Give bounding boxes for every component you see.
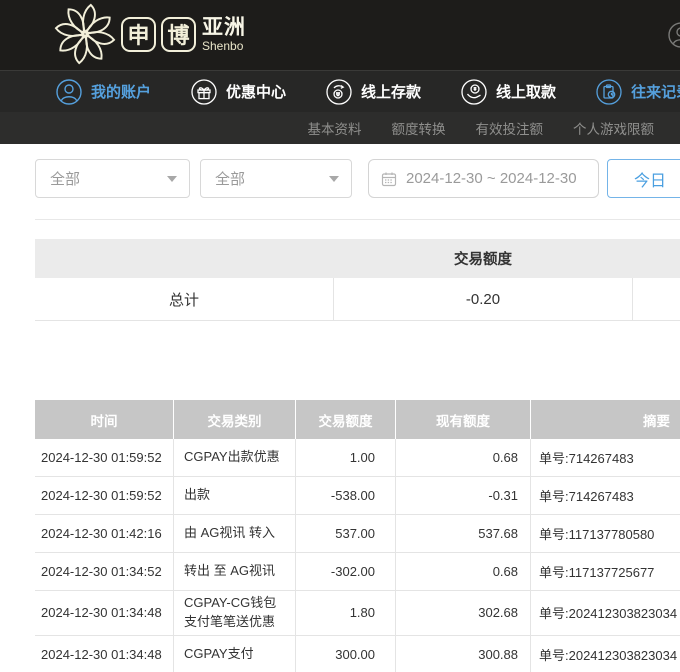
table-cell: 2024-12-30 01:34:48 (35, 636, 174, 672)
table-cell: 2024-12-30 01:42:16 (35, 515, 174, 552)
table-row: 2024-12-30 01:34:52转出 至 AG视讯-302.000.68单… (35, 553, 680, 591)
table-cell: 由 AG视讯 转入 (174, 515, 296, 552)
person-icon (56, 79, 82, 105)
page: 申 博 亚洲 Shenbo 我的账户 (0, 0, 680, 672)
table-cell: 0.68 (396, 439, 531, 476)
brand-header: 申 博 亚洲 Shenbo (0, 0, 680, 70)
col-header-amount: 交易额度 (296, 400, 396, 439)
table-row: 2024-12-30 01:59:52CGPAY出款优惠1.000.68单号:7… (35, 439, 680, 477)
table-cell: 出款 (174, 477, 296, 514)
filter-select-1-value: 全部 (50, 168, 80, 189)
subnav-item-credit-transfer[interactable]: 额度转换 (392, 118, 446, 138)
nav-item-label: 往来记录 (631, 81, 680, 102)
table-cell: 537.00 (296, 515, 396, 552)
summary-total-row: 总计 -0.20 (35, 278, 680, 321)
table-cell: 单号:202412303823034 (531, 636, 680, 672)
table-cell: CGPAY支付 (174, 636, 296, 672)
gift-icon (191, 79, 217, 105)
filter-select-2[interactable]: 全部 (200, 159, 352, 198)
nav-item-label: 优惠中心 (226, 81, 286, 102)
main-nav: 我的账户 优惠中心 线上存款 (0, 70, 680, 112)
col-header-balance: 现有额度 (396, 400, 531, 439)
summary-row-label: 总计 (35, 289, 333, 310)
brand-region: 亚洲 (202, 17, 246, 38)
table-cell: -0.31 (396, 477, 531, 514)
nav-item-transaction-records[interactable]: 往来记录 (596, 79, 680, 105)
deposit-hand-coin-icon (326, 79, 352, 105)
table-row: 2024-12-30 01:59:52出款-538.00-0.31单号:7142… (35, 477, 680, 515)
section-divider (35, 219, 680, 220)
brand-char-2: 博 (161, 17, 196, 52)
table-cell: 1.00 (296, 439, 396, 476)
records-clipboard-icon (596, 79, 622, 105)
transactions-header-row: 时间 交易类别 交易额度 现有额度 摘要 (35, 400, 680, 439)
chevron-down-icon (329, 176, 339, 182)
table-row: 2024-12-30 01:42:16由 AG视讯 转入537.00537.68… (35, 515, 680, 553)
table-cell: 2024-12-30 01:34:48 (35, 591, 174, 635)
table-cell: 1.80 (296, 591, 396, 635)
summary-header-row: 交易额度 (35, 239, 680, 278)
nav-item-promotions[interactable]: 优惠中心 (191, 79, 286, 105)
col-header-type: 交易类别 (174, 400, 296, 439)
calendar-icon (381, 171, 397, 187)
summary-total-value: -0.20 (333, 278, 633, 321)
summary-table: 交易额度 总计 -0.20 (35, 239, 680, 321)
withdrawal-hand-coin-icon (461, 79, 487, 105)
sub-nav: 基本资料 额度转换 有效投注额 个人游戏限额 (0, 112, 680, 144)
table-cell: -538.00 (296, 477, 396, 514)
col-header-summary: 摘要 (531, 400, 680, 439)
nav-item-withdrawal[interactable]: 线上取款 (461, 79, 556, 105)
brand-latin: Shenbo (202, 40, 246, 52)
date-range-input[interactable]: 2024-12-30 ~ 2024-12-30 (368, 159, 599, 198)
summary-col-header: 交易额度 (333, 248, 633, 269)
table-row: 2024-12-30 01:34:48CGPAY支付300.00300.88单号… (35, 636, 680, 672)
brand-logo[interactable]: 申 博 亚洲 Shenbo (54, 3, 246, 65)
nav-item-label: 线上存款 (361, 81, 421, 102)
nav-item-label: 线上取款 (496, 81, 556, 102)
table-cell: CGPAY-CG钱包支付笔笔送优惠 (174, 591, 296, 635)
table-cell: 2024-12-30 01:59:52 (35, 439, 174, 476)
subnav-item-personal-game-limit[interactable]: 个人游戏限额 (573, 118, 654, 138)
table-cell: 单号:117137780580 (531, 515, 680, 552)
chevron-down-icon (167, 176, 177, 182)
table-cell: 单号:202412303823034 (531, 591, 680, 635)
filter-select-2-value: 全部 (215, 168, 245, 189)
table-cell: 单号:714267483 (531, 477, 680, 514)
table-cell: -302.00 (296, 553, 396, 590)
table-cell: 单号:117137725677 (531, 553, 680, 590)
today-button[interactable]: 今日 (607, 159, 680, 198)
table-cell: 300.88 (396, 636, 531, 672)
nav-item-label: 我的账户 (91, 81, 151, 102)
table-cell: 单号:714267483 (531, 439, 680, 476)
filter-bar: 全部 全部 2024-12-30 ~ 2024-12-30 今日 (0, 159, 680, 199)
brand-char-1: 申 (121, 17, 156, 52)
nav-item-deposit[interactable]: 线上存款 (326, 79, 421, 105)
user-avatar-icon[interactable] (668, 22, 680, 48)
table-cell: CGPAY出款优惠 (174, 439, 296, 476)
table-cell: 537.68 (396, 515, 531, 552)
table-cell: 300.00 (296, 636, 396, 672)
subnav-item-basic-info[interactable]: 基本资料 (308, 118, 362, 138)
filter-select-1[interactable]: 全部 (35, 159, 190, 198)
transactions-body: 2024-12-30 01:59:52CGPAY出款优惠1.000.68单号:7… (35, 439, 680, 672)
subnav-item-valid-bets[interactable]: 有效投注额 (476, 118, 544, 138)
table-row: 2024-12-30 01:34:48CGPAY-CG钱包支付笔笔送优惠1.80… (35, 591, 680, 636)
flower-logo-icon (54, 3, 116, 65)
table-cell: 2024-12-30 01:34:52 (35, 553, 174, 590)
transactions-table: 时间 交易类别 交易额度 现有额度 摘要 2024-12-30 01:59:52… (35, 400, 680, 672)
table-cell: 0.68 (396, 553, 531, 590)
nav-item-my-account[interactable]: 我的账户 (56, 79, 151, 105)
date-range-value: 2024-12-30 ~ 2024-12-30 (406, 170, 577, 187)
table-cell: 2024-12-30 01:59:52 (35, 477, 174, 514)
table-cell: 302.68 (396, 591, 531, 635)
col-header-time: 时间 (35, 400, 174, 439)
table-cell: 转出 至 AG视讯 (174, 553, 296, 590)
